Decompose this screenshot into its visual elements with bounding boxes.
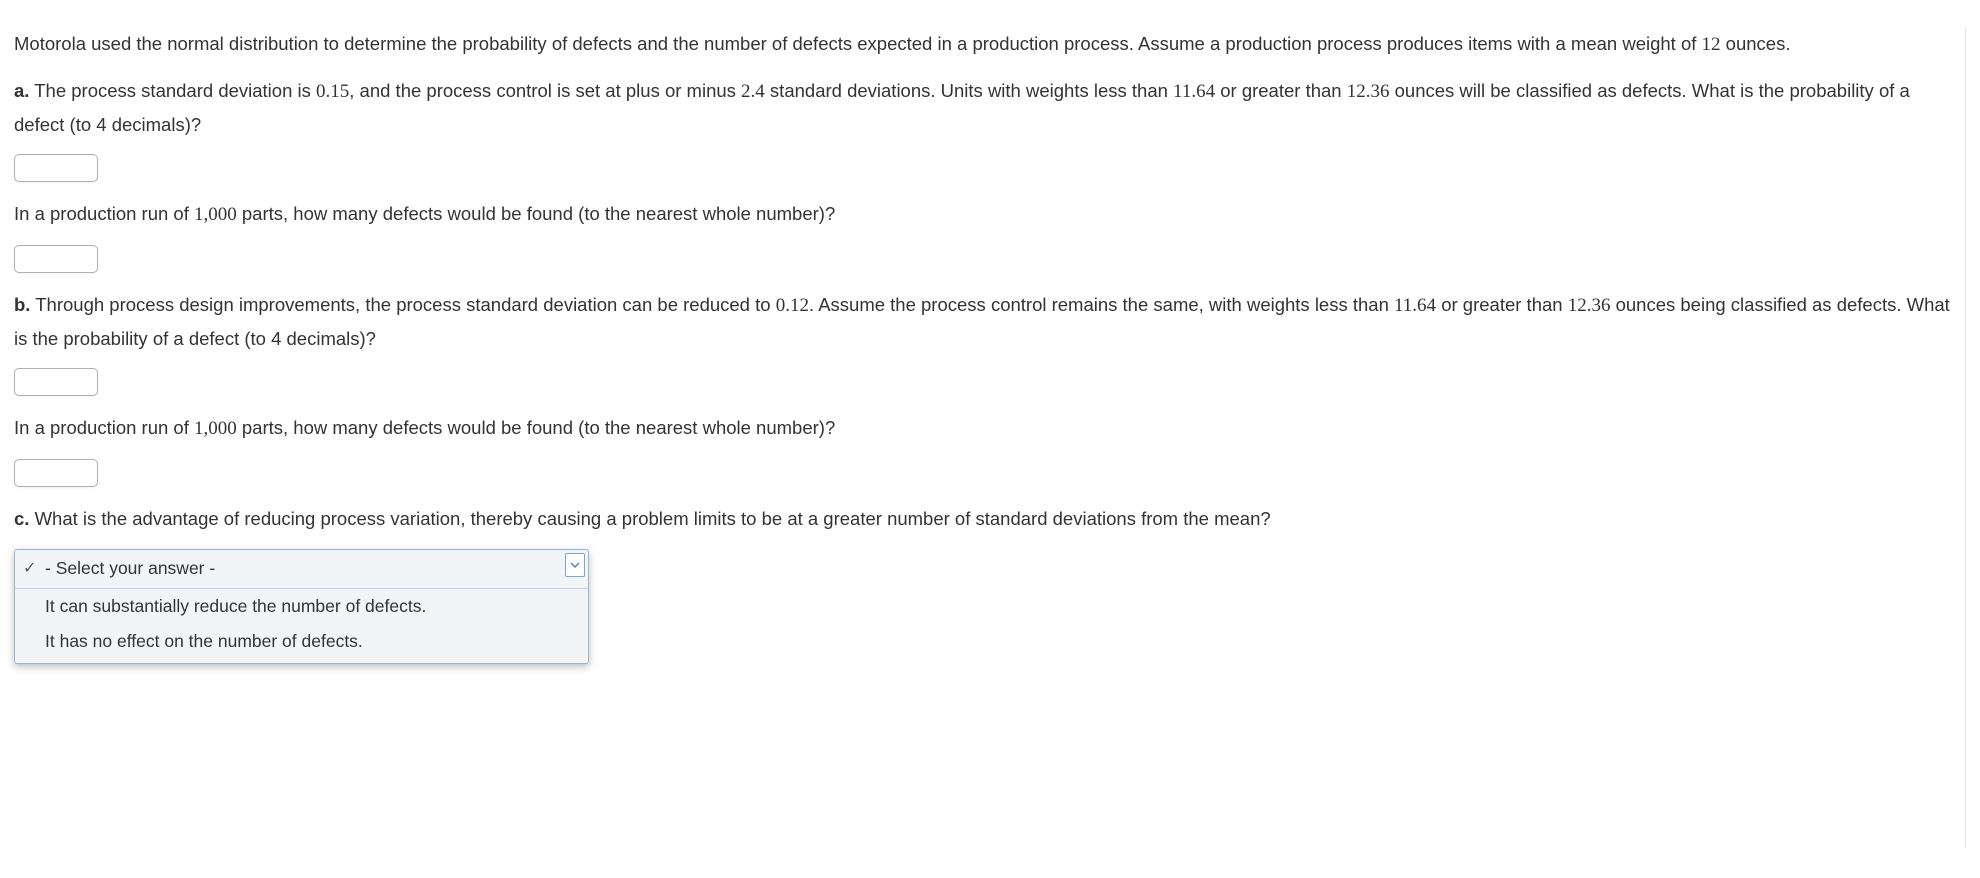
check-icon: ✓	[23, 555, 36, 582]
pa-q2b: parts, how many defects would be found (…	[237, 203, 836, 224]
dropdown-option-2[interactable]: It has no effect on the number of defect…	[14, 624, 589, 664]
pa-high: 12.36	[1347, 81, 1390, 102]
question-container: Motorola used the normal distribution to…	[14, 28, 1966, 848]
part-a-question-2: In a production run of 1,000 parts, how …	[14, 198, 1955, 231]
part-b-prob-input[interactable]	[14, 368, 98, 396]
pa-t4: or greater than	[1215, 80, 1347, 101]
part-b-count-input[interactable]	[14, 459, 98, 487]
pb-runsize: 1,000	[194, 418, 237, 439]
part-a-prob-input[interactable]	[14, 154, 98, 182]
pb-sd: 0.12	[776, 295, 809, 316]
pa-t3: standard deviations. Units with weights …	[765, 80, 1173, 101]
part-a-count-input[interactable]	[14, 245, 98, 273]
pb-t3: or greater than	[1436, 294, 1568, 315]
pb-low: 11.64	[1394, 295, 1436, 316]
dropdown-arrow-button[interactable]	[565, 553, 585, 577]
pa-q2a: In a production run of	[14, 203, 194, 224]
pb-t1: Through process design improvements, the…	[30, 294, 775, 315]
pa-runsize: 1,000	[194, 204, 237, 225]
pb-high: 12.36	[1568, 295, 1611, 316]
pc-t1: What is the advantage of reducing proces…	[29, 508, 1270, 529]
pa-t1: The process standard deviation is	[29, 80, 316, 101]
part-b-question-2: In a production run of 1,000 parts, how …	[14, 412, 1955, 445]
part-b-label: b.	[14, 294, 30, 315]
mean-value: 12	[1702, 34, 1721, 55]
part-a-label: a.	[14, 80, 29, 101]
dropdown-option-2-text: It has no effect on the number of defect…	[45, 631, 363, 651]
dropdown-selected-text: - Select your answer -	[45, 558, 215, 578]
part-c-dropdown[interactable]: ✓ - Select your answer - It can substant…	[14, 549, 589, 664]
pa-low: 11.64	[1173, 81, 1215, 102]
chevron-down-icon	[570, 560, 580, 570]
pa-t2: , and the process control is set at plus…	[349, 80, 741, 101]
part-b-question-1: b. Through process design improvements, …	[14, 289, 1955, 354]
part-a-question-1: a. The process standard deviation is 0.1…	[14, 75, 1955, 140]
part-c-label: c.	[14, 508, 29, 529]
dropdown-option-1[interactable]: It can substantially reduce the number o…	[14, 589, 589, 625]
part-c-question: c. What is the advantage of reducing pro…	[14, 503, 1955, 534]
pb-q2a: In a production run of	[14, 417, 194, 438]
intro-text-1: Motorola used the normal distribution to…	[14, 33, 1702, 54]
pa-sdlimit: 2.4	[741, 81, 765, 102]
pb-q2b: parts, how many defects would be found (…	[237, 417, 836, 438]
intro-paragraph: Motorola used the normal distribution to…	[14, 28, 1955, 61]
pa-sd: 0.15	[316, 81, 349, 102]
dropdown-selected-row[interactable]: ✓ - Select your answer -	[14, 549, 589, 589]
intro-text-2: ounces.	[1721, 33, 1791, 54]
pb-t2: . Assume the process control remains the…	[809, 294, 1394, 315]
dropdown-option-1-text: It can substantially reduce the number o…	[45, 596, 426, 616]
